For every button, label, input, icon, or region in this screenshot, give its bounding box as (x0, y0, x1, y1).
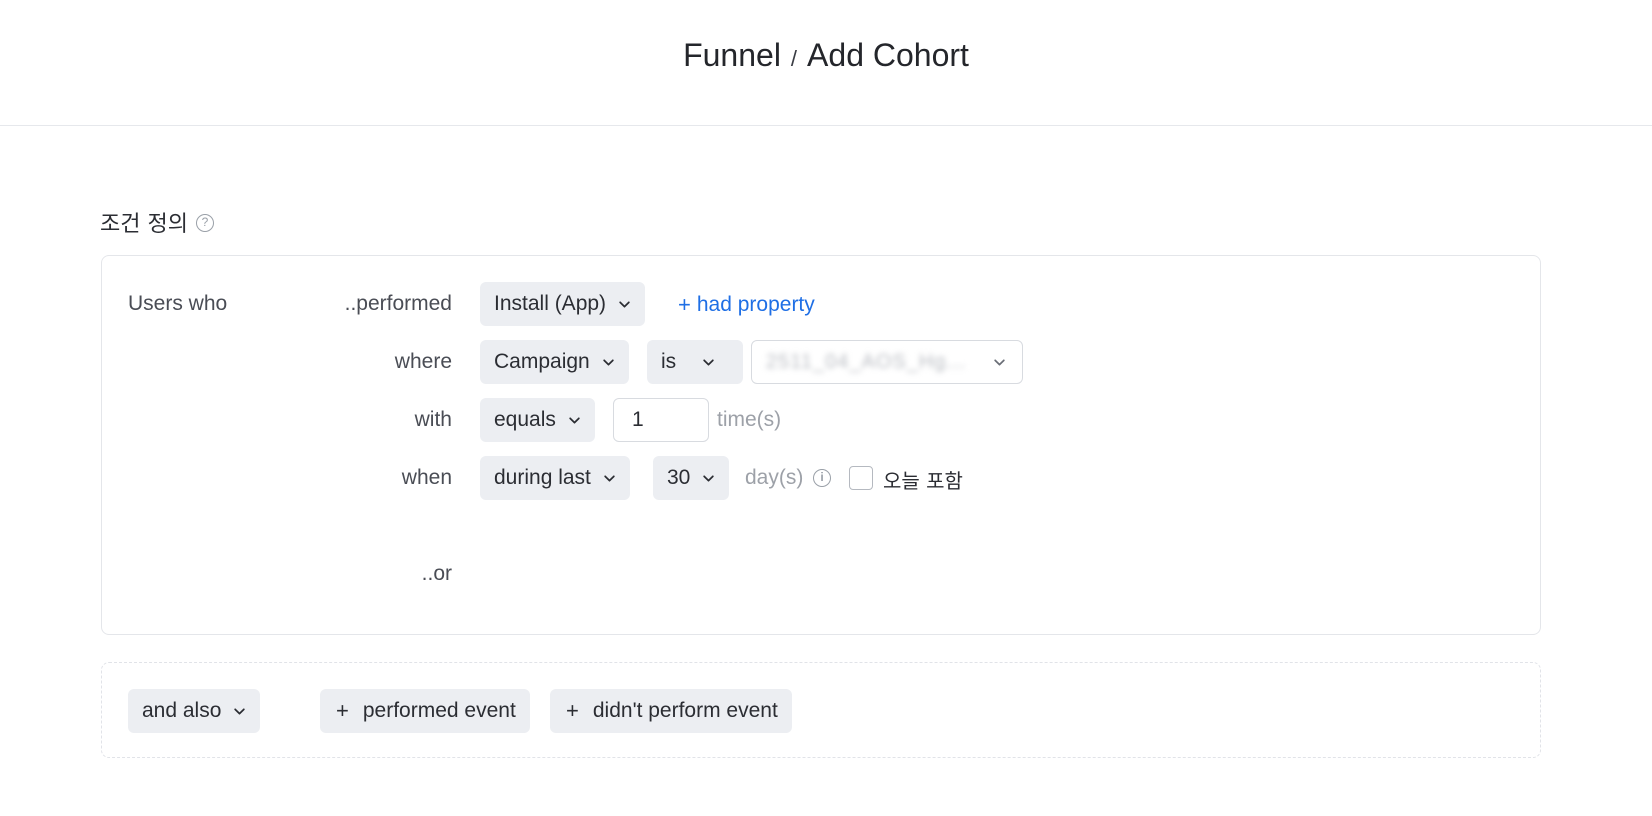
and-also-select-value: and also (142, 699, 222, 722)
operator-select-value: is (661, 350, 677, 373)
with-label: with (414, 408, 452, 431)
page-title: Funnel / Add Cohort (683, 37, 969, 74)
value-select[interactable]: 2511_04_AOS_Hg... (751, 340, 1023, 384)
days-select-value: 30 (667, 466, 691, 489)
section-title: 조건 정의 ? (100, 206, 214, 238)
when-label: when (401, 466, 452, 489)
event-select-value: Install (App) (494, 292, 607, 315)
had-property-link[interactable]: + had property (678, 292, 815, 318)
add-performed-event-label: performed event (362, 699, 516, 722)
page-header: Funnel / Add Cohort (0, 0, 1652, 126)
chevron-down-icon (604, 474, 615, 482)
where-label: where (394, 350, 452, 373)
include-today-label[interactable]: 오늘 포함 (883, 465, 963, 494)
chevron-down-icon (619, 300, 630, 308)
frequency-select-value: equals (494, 408, 556, 431)
section-title-text: 조건 정의 (100, 212, 188, 237)
time-range-select[interactable]: during last (480, 456, 630, 500)
event-select[interactable]: Install (App) (480, 282, 646, 326)
time-range-select-value: during last (494, 466, 591, 489)
performed-label: ..performed (344, 292, 452, 315)
value-select-blurred: 2511_04_AOS_Hg... (766, 350, 966, 373)
frequency-select[interactable]: equals (480, 398, 595, 442)
breadcrumb-add-cohort: Add Cohort (807, 37, 969, 73)
plus-icon: + (566, 698, 579, 723)
users-who-label: Users who (128, 292, 228, 315)
add-didnt-perform-event-button[interactable]: + didn't perform event (550, 689, 792, 733)
add-condition-card: and also + performed event + didn't perf… (101, 662, 1541, 758)
days-select[interactable]: 30 (653, 456, 730, 500)
chevron-down-icon (703, 358, 714, 366)
chevron-down-icon (234, 707, 246, 715)
condition-card: Users who ..performed Install (App) + ha… (101, 255, 1541, 635)
include-today-checkbox[interactable] (849, 466, 873, 490)
breadcrumb-separator: / (790, 46, 798, 71)
chevron-down-icon (569, 416, 580, 424)
count-input[interactable]: 1 (613, 398, 709, 442)
days-unit: day(s) (745, 466, 804, 489)
plus-icon: + (336, 698, 349, 723)
help-icon[interactable]: ? (195, 214, 214, 232)
chevron-down-icon (603, 358, 614, 366)
property-select[interactable]: Campaign (480, 340, 629, 384)
chevron-down-icon (703, 474, 715, 482)
operator-select[interactable]: is (647, 340, 743, 384)
property-select-value: Campaign (494, 350, 590, 373)
plus-icon: + (678, 292, 691, 317)
or-label[interactable]: ..or (252, 562, 452, 586)
add-didnt-perform-event-label: didn't perform event (592, 699, 778, 722)
chevron-down-icon (994, 358, 1005, 366)
count-unit: time(s) (717, 408, 782, 431)
add-performed-event-button[interactable]: + performed event (320, 689, 530, 733)
and-also-select[interactable]: and also (128, 689, 261, 733)
had-property-label: had property (696, 293, 815, 316)
breadcrumb-funnel[interactable]: Funnel (683, 37, 781, 74)
info-icon[interactable]: i (813, 469, 831, 487)
